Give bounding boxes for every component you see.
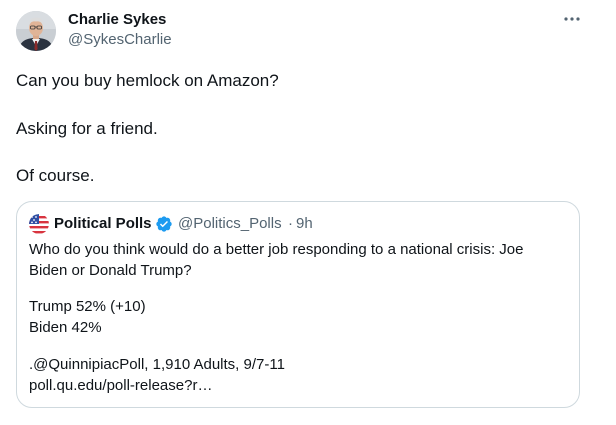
meta-separator: · bbox=[288, 215, 293, 232]
quoted-tweet-card[interactable]: Political Polls @Politics_Polls · 9h Who… bbox=[16, 201, 580, 408]
quoted-author-avatar[interactable] bbox=[29, 214, 49, 234]
quoted-link[interactable]: poll.qu.edu/poll-release?r… bbox=[29, 375, 212, 396]
more-options-button[interactable] bbox=[558, 8, 586, 30]
quoted-text-line: Who do you think would do a better job r… bbox=[29, 241, 524, 258]
quoted-text-line: Trump 52% (+10) bbox=[29, 298, 146, 315]
quoted-text-line: .@QuinnipiacPoll, 1,910 Adults, 9/7-11 bbox=[29, 356, 285, 373]
tweet: Charlie Sykes @SykesCharlie Can you buy … bbox=[0, 0, 616, 425]
author-avatar[interactable] bbox=[16, 11, 56, 51]
author-handle[interactable]: @SykesCharlie bbox=[68, 31, 172, 49]
quoted-tweet-time[interactable]: 9h bbox=[296, 214, 313, 234]
ellipsis-horizontal-icon bbox=[564, 17, 580, 21]
quoted-author-handle[interactable]: @Politics_Polls bbox=[178, 214, 282, 234]
tweet-text-line: Can you buy hemlock on Amazon? bbox=[16, 71, 279, 90]
author-name[interactable]: Charlie Sykes bbox=[68, 11, 166, 29]
tweet-text-line: Asking for a friend. bbox=[16, 119, 158, 138]
verified-badge-icon bbox=[155, 215, 173, 233]
tweet-text-line: Of course. bbox=[16, 166, 95, 185]
quoted-text-line: Biden or Donald Trump? bbox=[29, 262, 192, 279]
quoted-text-line: Biden 42% bbox=[29, 319, 102, 336]
quoted-author-name[interactable]: Political Polls bbox=[54, 214, 152, 234]
